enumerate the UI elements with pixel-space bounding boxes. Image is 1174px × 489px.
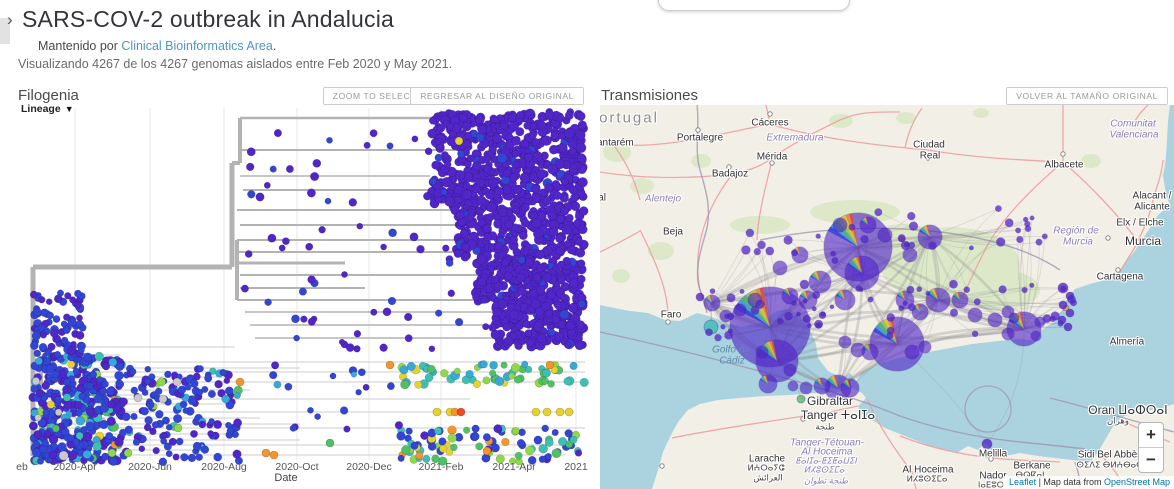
map-label: Región de — [1053, 226, 1099, 237]
phylogeny-panel-title: Filogenia — [18, 87, 79, 104]
map-label: Albacete — [1045, 160, 1084, 171]
color-by-dropdown[interactable]: Lineage ▼ — [21, 103, 74, 115]
osm-link[interactable]: OpenStreet Map — [1104, 477, 1170, 487]
axis-tick-label: 2020-Dec — [346, 461, 392, 473]
map-label: وهران — [1107, 416, 1129, 427]
map-label: Setúbal — [600, 193, 606, 204]
reset-layout-button[interactable]: REGRESAR AL DISEÑO ORIGINAL — [410, 87, 584, 105]
map-label: Badajoz — [712, 169, 748, 180]
axis-tick-label: 2020-Aug — [201, 461, 247, 473]
attribution-text: | Map data from — [1036, 477, 1104, 487]
leaflet-link[interactable]: Leaflet — [1009, 477, 1036, 487]
map-label: Alacant / — [1133, 191, 1172, 202]
map-label: ⵍⵃⵓⵙⵉⵎⴰ — [907, 474, 948, 485]
map-label: العرائش — [753, 473, 782, 484]
map-label: Tanger ⵜⴰⵏⵊⴰ — [801, 408, 875, 422]
map-label: طنجة — [815, 422, 834, 433]
map-label: Faro — [661, 310, 682, 321]
zoom-out-button[interactable]: − — [1139, 447, 1163, 472]
map-label: Elx / Elche — [1116, 218, 1163, 229]
map-label: Santarém — [600, 138, 634, 149]
axis-tick-label: 2020-Jun — [128, 461, 172, 473]
map-label: ⵙⵉⴷⵉ ⴱⵍⵄⴱⴰⵙ — [1076, 460, 1143, 471]
axis-tick-label: 2021-Apr — [492, 461, 535, 473]
map-label: Murcia — [1125, 234, 1161, 248]
map-label: Ciudad — [913, 140, 945, 151]
map-label: Portalegre — [677, 133, 723, 144]
map-label: Real — [920, 151, 941, 162]
zoom-in-button[interactable]: + — [1139, 423, 1163, 447]
chevron-down-icon: ▼ — [65, 104, 74, 114]
color-by-label: Lineage — [21, 103, 61, 115]
map-canvas — [600, 105, 1174, 489]
map-label: Comunitat — [1110, 119, 1156, 130]
map-label: طنجة تطوان — [804, 476, 848, 487]
map-label: Golfo de — [712, 345, 750, 356]
reset-map-zoom-button[interactable]: VOLVER AL TAMAÑO ORIGINAL — [1006, 87, 1168, 105]
axis-tick-label: 2020-Apr — [53, 461, 96, 473]
map-zoom-control[interactable]: + − — [1138, 422, 1164, 473]
axis-tick-label: eb — [16, 461, 28, 473]
map-label: ⵏⴰⴹⵓⵔ — [978, 480, 1004, 489]
map-label: Cartagena — [1097, 272, 1144, 283]
map-label: Alicante — [1134, 202, 1170, 213]
map-attribution: Leaflet | Map data from OpenStreet Map — [1003, 476, 1174, 489]
map-label: Almería — [1110, 337, 1144, 348]
map-label: Melilla — [979, 449, 1007, 460]
map-label: ⵍⵃⵓⵙⵉⵎⴰ — [804, 465, 845, 476]
transmissions-map[interactable]: Portugal Santarém Portalegre Cáceres Extrema… — [600, 105, 1174, 489]
map-label: Mérida — [757, 152, 788, 163]
axis-tick-label: 2021-Feb — [419, 461, 464, 473]
map-panel-title: Transmisiones — [601, 87, 698, 104]
axis-title: Date — [274, 472, 297, 484]
map-label: Gibraltar — [807, 394, 853, 408]
axis-tick-label: 2021 — [564, 461, 587, 473]
map-label: Portugal — [600, 110, 659, 127]
map-label: Extremadura — [766, 133, 823, 144]
map-label: Alentejo — [645, 194, 681, 205]
map-label: Cáceres — [751, 118, 788, 129]
map-label: Beja — [663, 227, 683, 238]
map-label: Cádiz — [719, 356, 745, 367]
map-label: Valenciana — [1109, 130, 1158, 141]
map-label: Murcia — [1063, 237, 1093, 248]
